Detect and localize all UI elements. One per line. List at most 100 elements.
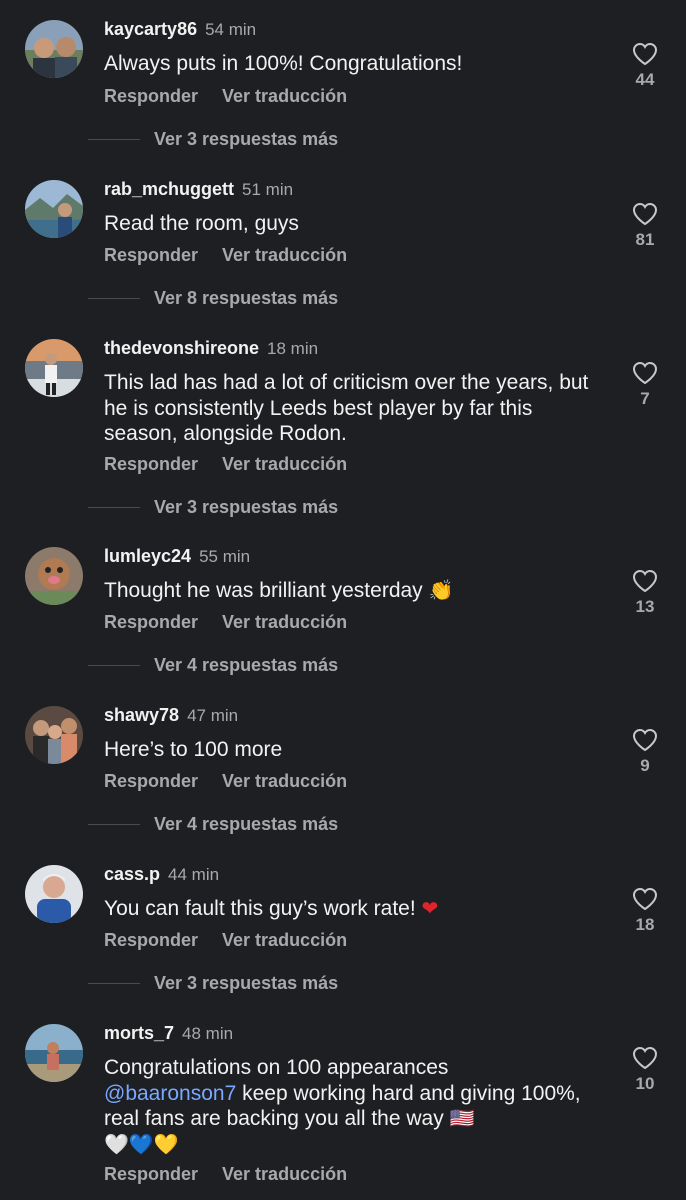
reply-button[interactable]: Responder — [104, 454, 198, 474]
comment-actions: Responder Ver traducción — [104, 86, 347, 107]
comment-text-body: Congratulations on 100 appearances — [104, 1056, 449, 1079]
username[interactable]: cass.p 44 min — [104, 863, 219, 886]
user-mention-link[interactable]: @baaronson7 — [104, 1082, 236, 1105]
clap-emoji: 👏 — [428, 578, 454, 602]
red-heart-emoji: ❤ — [421, 896, 439, 920]
username-text[interactable]: kaycarty86 — [104, 19, 197, 39]
view-more-replies-label[interactable]: Ver 4 respuestas más — [154, 814, 338, 835]
comment-text: Thought he was brilliant yesterday 👏 — [104, 578, 604, 604]
avatar[interactable] — [25, 20, 83, 78]
view-more-replies-label[interactable]: Ver 4 respuestas más — [154, 655, 338, 676]
like-count: 7 — [640, 389, 650, 408]
translate-button[interactable]: Ver traducción — [222, 245, 347, 265]
like-count: 81 — [635, 230, 655, 249]
avatar[interactable] — [25, 180, 83, 238]
username-text[interactable]: cass.p — [104, 864, 160, 884]
replies-divider — [88, 298, 140, 299]
view-more-replies[interactable]: Ver 3 respuestas más — [88, 497, 338, 518]
view-more-replies-label[interactable]: Ver 3 respuestas más — [154, 129, 338, 150]
reply-button[interactable]: Responder — [104, 612, 198, 632]
replies-divider — [88, 665, 140, 666]
heart-outline-icon[interactable] — [632, 42, 658, 66]
timestamp: 55 min — [199, 547, 251, 566]
timestamp: 51 min — [242, 180, 294, 199]
translate-button[interactable]: Ver traducción — [222, 612, 347, 632]
username-text[interactable]: morts_7 — [104, 1023, 174, 1043]
view-more-replies[interactable]: Ver 8 respuestas más — [88, 288, 338, 309]
heart-outline-icon[interactable] — [632, 1046, 658, 1070]
comment-text: Here’s to 100 more — [104, 738, 283, 761]
view-more-replies[interactable]: Ver 3 respuestas más — [88, 973, 338, 994]
translate-button[interactable]: Ver traducción — [222, 454, 347, 474]
comment-text: Read the room, guys — [104, 212, 299, 235]
comment-actions: Responder Ver traducción — [104, 1164, 347, 1185]
comment-text: You can fault this guy’s work rate! ❤ — [104, 896, 604, 922]
view-more-replies-label[interactable]: Ver 3 respuestas más — [154, 497, 338, 518]
like-count: 10 — [635, 1074, 655, 1093]
comment-actions: Responder Ver traducción — [104, 454, 347, 475]
like-count: 18 — [635, 915, 655, 934]
view-more-replies[interactable]: Ver 4 respuestas más — [88, 655, 338, 676]
comment-actions: Responder Ver traducción — [104, 612, 347, 633]
reply-button[interactable]: Responder — [104, 930, 198, 950]
heart-outline-icon[interactable] — [632, 202, 658, 226]
like-button[interactable]: 7 — [628, 361, 662, 409]
view-more-replies-label[interactable]: Ver 8 respuestas más — [154, 288, 338, 309]
like-button[interactable]: 18 — [628, 887, 662, 935]
view-more-replies-label[interactable]: Ver 3 respuestas más — [154, 973, 338, 994]
translate-button[interactable]: Ver traducción — [222, 930, 347, 950]
comment-text: Congratulations on 100 appearances @baar… — [104, 1055, 584, 1157]
username-text[interactable]: shawy78 — [104, 705, 179, 725]
replies-divider — [88, 139, 140, 140]
like-button[interactable]: 81 — [628, 202, 662, 250]
us-flag-emoji: 🇺🇸 — [449, 1106, 475, 1130]
like-button[interactable]: 9 — [628, 728, 662, 776]
comment-text: Always puts in 100%! Congratulations! — [104, 52, 463, 75]
reply-button[interactable]: Responder — [104, 86, 198, 106]
like-button[interactable]: 13 — [628, 569, 662, 617]
heart-outline-icon[interactable] — [632, 361, 658, 385]
like-button[interactable]: 10 — [628, 1046, 662, 1094]
reply-button[interactable]: Responder — [104, 245, 198, 265]
timestamp: 18 min — [267, 339, 319, 358]
replies-divider — [88, 507, 140, 508]
heart-outline-icon[interactable] — [632, 887, 658, 911]
like-button[interactable]: 44 — [628, 42, 662, 90]
replies-divider — [88, 824, 140, 825]
replies-divider — [88, 983, 140, 984]
username[interactable]: kaycarty86 54 min — [104, 18, 256, 41]
username[interactable]: morts_7 48 min — [104, 1022, 233, 1045]
heart-outline-icon[interactable] — [632, 569, 658, 593]
like-count: 13 — [635, 597, 655, 616]
comment-text: This lad has had a lot of criticism over… — [104, 371, 589, 445]
username-text[interactable]: rab_mchuggett — [104, 179, 234, 199]
username-text[interactable]: lumleyc24 — [104, 546, 191, 566]
hearts-emoji: 🤍💙💛 — [104, 1131, 179, 1156]
like-count: 9 — [640, 756, 650, 775]
timestamp: 48 min — [182, 1024, 234, 1043]
comment-actions: Responder Ver traducción — [104, 930, 347, 951]
username[interactable]: thedevonshireone 18 min — [104, 337, 318, 360]
avatar[interactable] — [25, 547, 83, 605]
like-count: 44 — [635, 70, 655, 89]
view-more-replies[interactable]: Ver 4 respuestas más — [88, 814, 338, 835]
avatar[interactable] — [25, 339, 83, 397]
username[interactable]: shawy78 47 min — [104, 704, 238, 727]
comment-actions: Responder Ver traducción — [104, 771, 347, 792]
reply-button[interactable]: Responder — [104, 771, 198, 791]
reply-button[interactable]: Responder — [104, 1164, 198, 1184]
view-more-replies[interactable]: Ver 3 respuestas más — [88, 129, 338, 150]
comment-text-body: Thought he was brilliant yesterday — [104, 579, 423, 602]
username[interactable]: lumleyc24 55 min — [104, 545, 250, 568]
timestamp: 47 min — [187, 706, 239, 725]
translate-button[interactable]: Ver traducción — [222, 86, 347, 106]
comment-actions: Responder Ver traducción — [104, 245, 347, 266]
username-text[interactable]: thedevonshireone — [104, 338, 259, 358]
heart-outline-icon[interactable] — [632, 728, 658, 752]
avatar[interactable] — [25, 1024, 83, 1082]
translate-button[interactable]: Ver traducción — [222, 1164, 347, 1184]
translate-button[interactable]: Ver traducción — [222, 771, 347, 791]
avatar[interactable] — [25, 865, 83, 923]
username[interactable]: rab_mchuggett 51 min — [104, 178, 293, 201]
avatar[interactable] — [25, 706, 83, 764]
